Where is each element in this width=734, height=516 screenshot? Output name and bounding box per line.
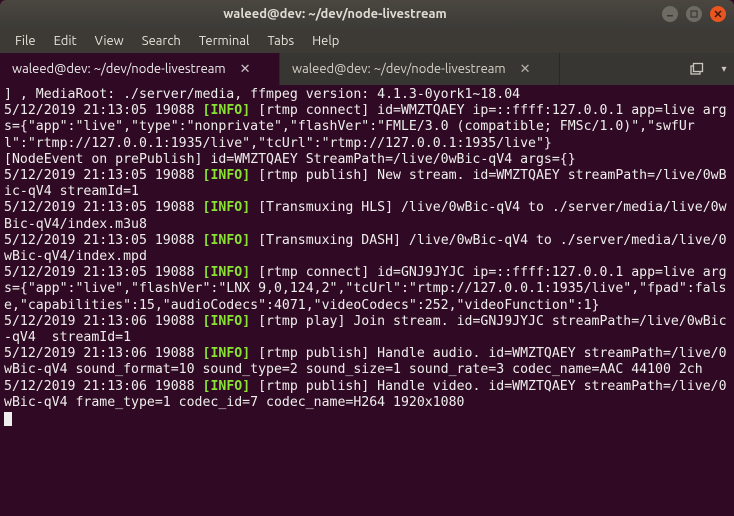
terminal-output[interactable]: ] , MediaRoot: ./server/media, ffmpeg ve… xyxy=(0,85,734,516)
tab-2[interactable]: waleed@dev: ~/dev/node-livestream ✕ xyxy=(280,53,560,85)
log-line: 5/12/2019 21:13:05 19088 [INFO] [rtmp co… xyxy=(4,265,730,314)
tab-menu-button[interactable]: ▾ xyxy=(714,53,734,85)
close-button[interactable] xyxy=(710,6,726,22)
maximize-button[interactable] xyxy=(686,6,702,22)
menu-view[interactable]: View xyxy=(86,31,133,51)
log-line: 5/12/2019 21:13:06 19088 [INFO] [rtmp pu… xyxy=(4,346,730,378)
log-line: 5/12/2019 21:13:05 19088 [INFO] [Transmu… xyxy=(4,200,730,232)
log-line: [NodeEvent on prePublish] id=WMZTQAEY St… xyxy=(4,152,730,168)
log-line: 5/12/2019 21:13:05 19088 [INFO] [rtmp pu… xyxy=(4,168,730,200)
tab-1[interactable]: waleed@dev: ~/dev/node-livestream ✕ xyxy=(0,53,280,85)
tab-label: waleed@dev: ~/dev/node-livestream xyxy=(12,62,226,76)
cursor-line xyxy=(4,411,730,427)
tab-close-icon[interactable]: ✕ xyxy=(240,62,251,77)
log-line: 5/12/2019 21:13:05 19088 [INFO] [Transmu… xyxy=(4,233,730,265)
tab-close-icon[interactable]: ✕ xyxy=(520,62,531,77)
log-line: 5/12/2019 21:13:05 19088 [INFO] [rtmp co… xyxy=(4,103,730,152)
new-tab-icon xyxy=(690,62,704,76)
tab-bar: waleed@dev: ~/dev/node-livestream ✕ wale… xyxy=(0,53,734,85)
new-tab-button[interactable] xyxy=(680,53,714,85)
log-line: 5/12/2019 21:13:06 19088 [INFO] [rtmp pu… xyxy=(4,379,730,411)
cursor-block xyxy=(4,412,12,426)
log-line: ] , MediaRoot: ./server/media, ffmpeg ve… xyxy=(4,87,730,103)
menu-edit[interactable]: Edit xyxy=(45,31,86,51)
log-line: 5/12/2019 21:13:06 19088 [INFO] [rtmp pl… xyxy=(4,314,730,346)
menu-file[interactable]: File xyxy=(6,31,45,51)
tab-label: waleed@dev: ~/dev/node-livestream xyxy=(292,62,506,76)
close-icon xyxy=(714,10,722,18)
menu-tabs[interactable]: Tabs xyxy=(258,31,303,51)
menu-help[interactable]: Help xyxy=(303,31,348,51)
maximize-icon xyxy=(690,10,698,18)
minimize-icon xyxy=(666,10,674,18)
minimize-button[interactable] xyxy=(662,6,678,22)
window-controls xyxy=(662,6,726,22)
menu-bar: File Edit View Search Terminal Tabs Help xyxy=(0,28,734,53)
menu-terminal[interactable]: Terminal xyxy=(190,31,259,51)
terminal-window: waleed@dev: ~/dev/node-livestream File E… xyxy=(0,0,734,516)
window-title: waleed@dev: ~/dev/node-livestream xyxy=(8,7,662,21)
title-bar: waleed@dev: ~/dev/node-livestream xyxy=(0,0,734,28)
menu-search[interactable]: Search xyxy=(133,31,190,51)
